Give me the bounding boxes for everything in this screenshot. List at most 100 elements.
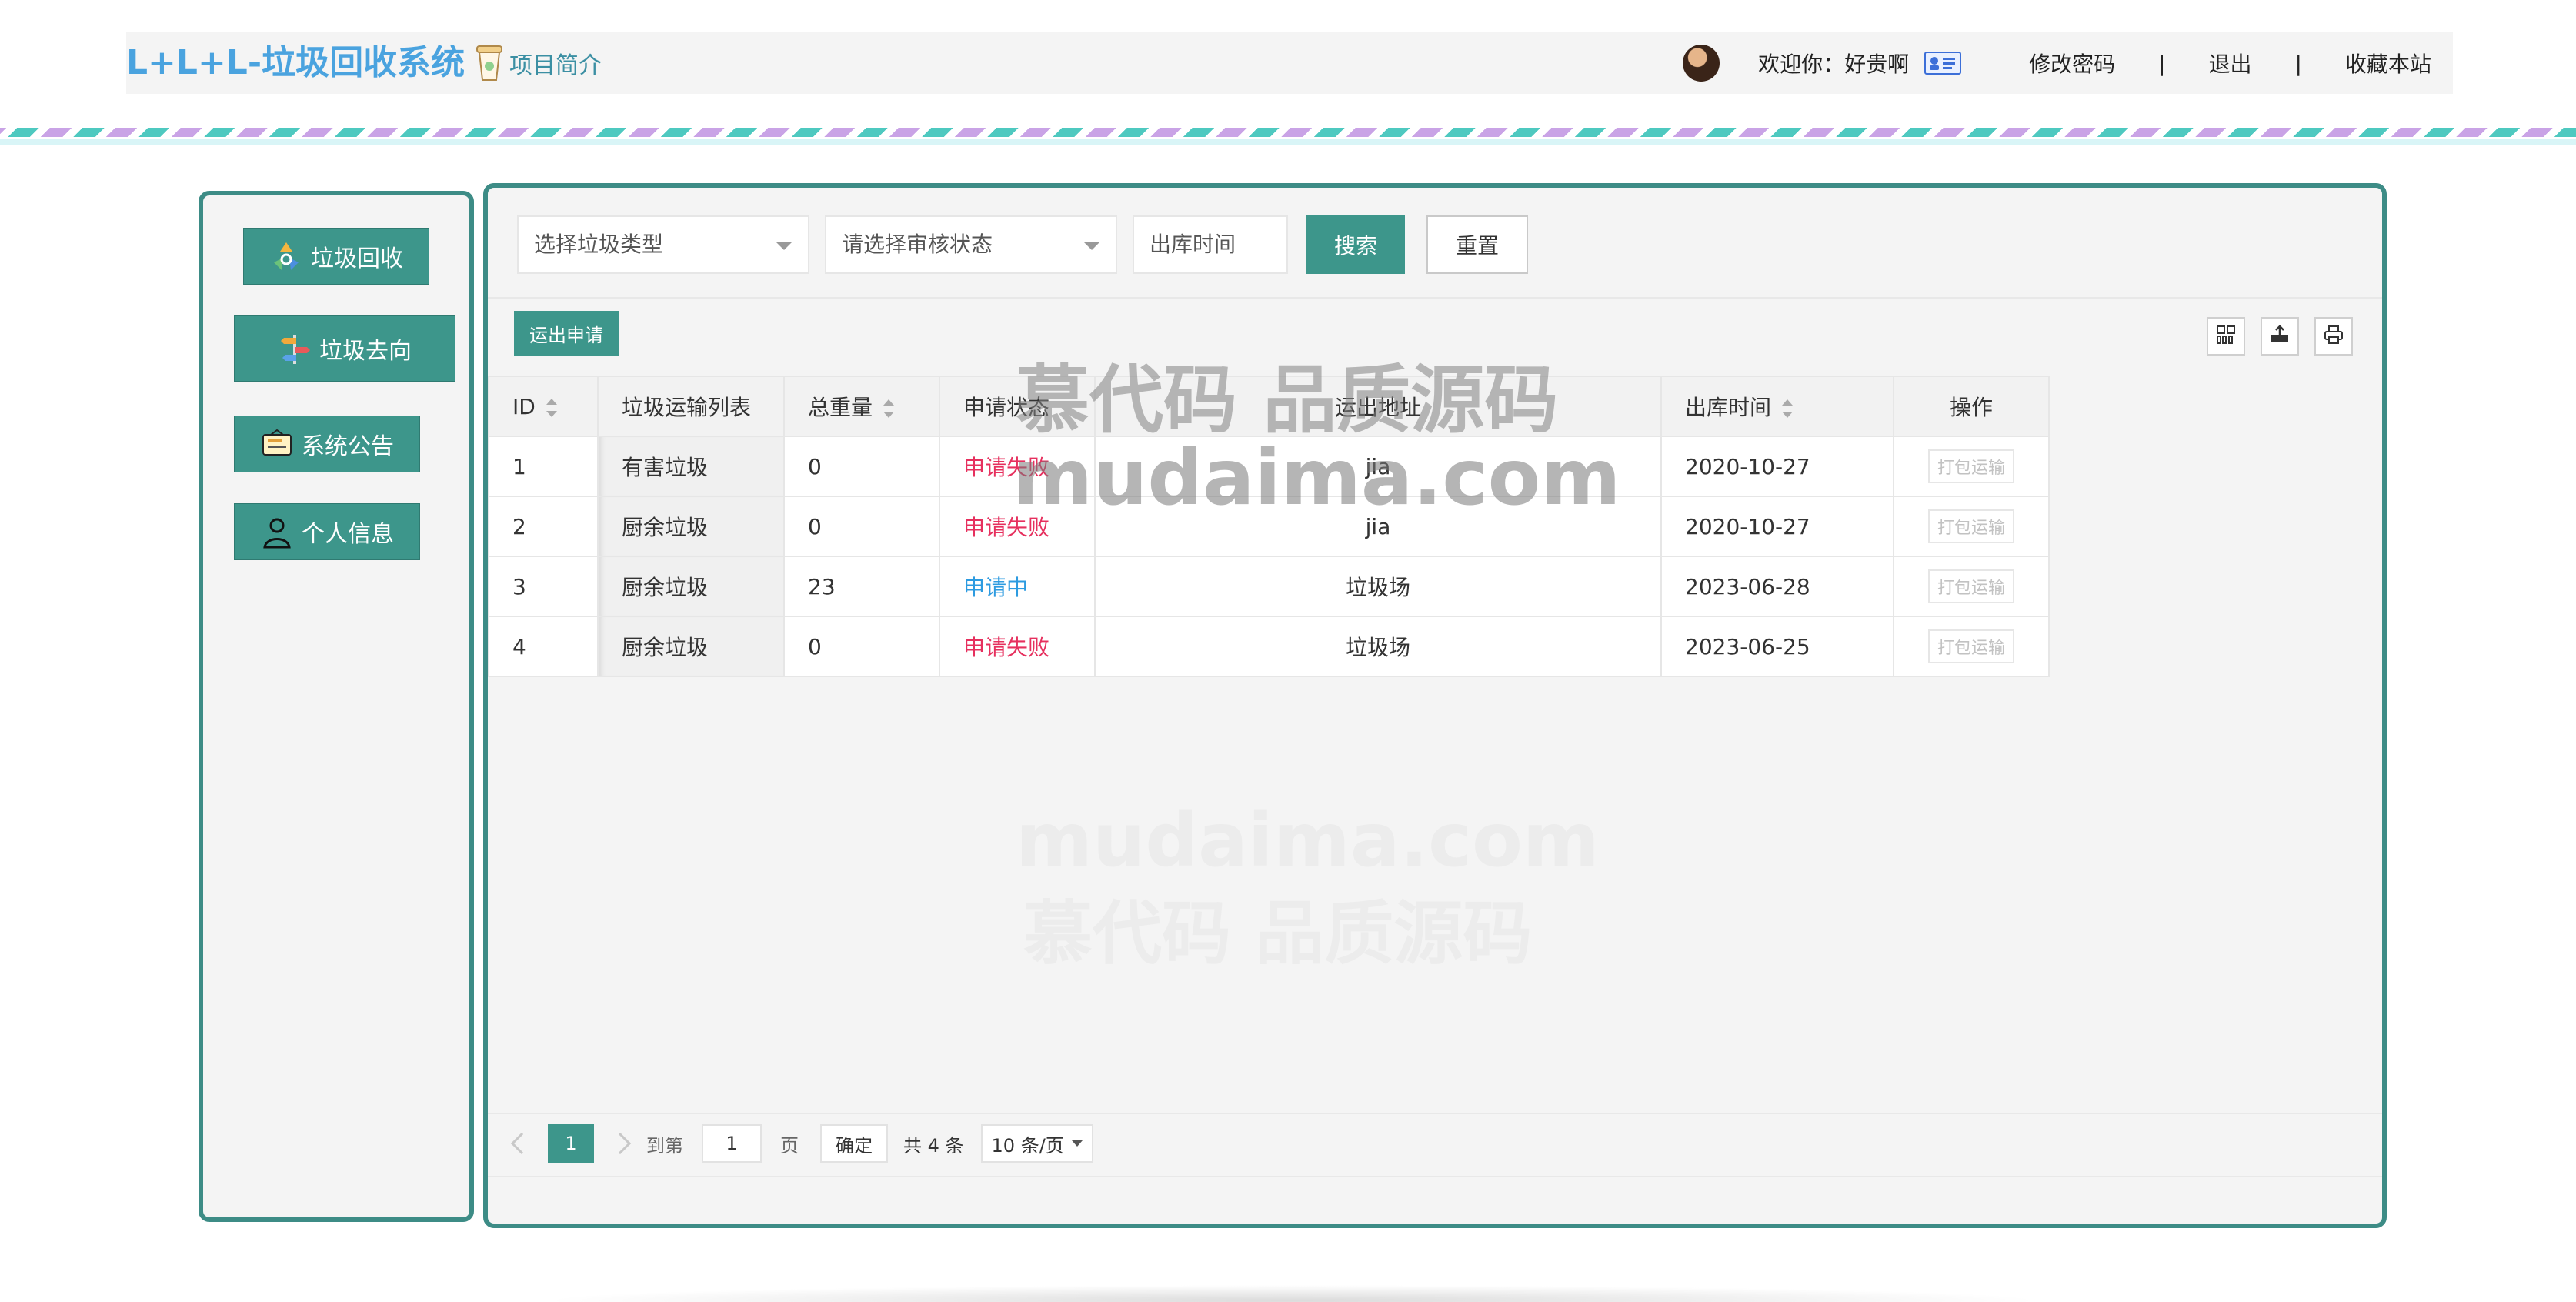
column-header-id[interactable]: ID — [488, 376, 599, 437]
table-row[interactable]: 4 厨余垃圾 0 申请失败 垃圾场 2023-06-25 打包运输 — [488, 616, 2050, 677]
announcement-icon — [260, 427, 294, 461]
print-icon — [2323, 324, 2344, 349]
pack-transport-button[interactable]: 打包运输 — [1927, 449, 2014, 483]
cell-name: 厨余垃圾 — [597, 496, 785, 557]
logout-link[interactable]: 退出 — [2209, 48, 2252, 78]
pack-transport-button[interactable]: 打包运输 — [1927, 629, 2014, 663]
prev-page-icon[interactable] — [510, 1132, 533, 1155]
reset-button[interactable]: 重置 — [1426, 215, 1528, 274]
table-row[interactable]: 2 厨余垃圾 0 申请失败 jia 2020-10-27 打包运输 — [488, 496, 2050, 557]
column-header-list: 垃圾运输列表 — [597, 376, 785, 437]
main-panel: 选择垃圾类型 请选择审核状态 出库时间 搜索 重置 运出申请 ID 垃圾运输列表… — [483, 183, 2387, 1228]
page-confirm-button[interactable]: 确定 — [820, 1124, 888, 1163]
cell-operation: 打包运输 — [1893, 616, 2050, 677]
cell-weight: 23 — [783, 556, 940, 617]
page-unit-label: 页 — [780, 1134, 799, 1157]
cup-icon — [474, 45, 505, 82]
table-row[interactable]: 3 厨余垃圾 23 申请中 垃圾场 2023-06-28 打包运输 — [488, 556, 2050, 617]
cell-id: 4 — [488, 616, 599, 677]
brand-title[interactable]: L+L+L-垃圾回收系统 — [126, 40, 465, 86]
next-page-icon[interactable] — [609, 1132, 632, 1155]
column-header-weight[interactable]: 总重量 — [783, 376, 940, 437]
cell-date: 2023-06-25 — [1660, 616, 1894, 677]
total-count: 共 4 条 — [903, 1134, 964, 1157]
sidebar: 垃圾回收 垃圾去向 系统公告 个人信息 — [199, 191, 474, 1222]
sidebar-item-label: 个人信息 — [302, 521, 394, 548]
column-header-operation: 操作 — [1893, 376, 2050, 437]
top-nav: 欢迎你：好贵啊 修改密码 | 退出 | 收藏本站 — [1683, 32, 2453, 94]
status-badge: 申请失败 — [939, 436, 1096, 497]
cell-operation: 打包运输 — [1893, 496, 2050, 557]
print-button[interactable] — [2314, 317, 2353, 356]
table-header-row: ID 垃圾运输列表 总重量 申请状态 运出地址 出库时间 操作 — [488, 376, 2050, 437]
change-password-link[interactable]: 修改密码 — [2029, 48, 2115, 78]
apply-shipment-button[interactable]: 运出申请 — [514, 311, 619, 356]
cell-id: 2 — [488, 496, 599, 557]
cell-date: 2020-10-27 — [1660, 496, 1894, 557]
recycle-icon — [269, 239, 303, 273]
cell-date: 2020-10-27 — [1660, 436, 1894, 497]
cell-address: 垃圾场 — [1094, 616, 1662, 677]
cell-address: jia — [1094, 436, 1662, 497]
cell-name: 有害垃圾 — [597, 436, 785, 497]
page-size-select[interactable]: 10 条/页 — [980, 1124, 1093, 1163]
status-badge: 申请失败 — [939, 496, 1096, 557]
sidebar-item-profile[interactable]: 个人信息 — [234, 503, 420, 560]
cell-date: 2023-06-28 — [1660, 556, 1894, 617]
cell-address: jia — [1094, 496, 1662, 557]
column-header-date[interactable]: 出库时间 — [1660, 376, 1894, 437]
bookmark-site-link[interactable]: 收藏本站 — [2345, 48, 2431, 78]
export-button[interactable] — [2261, 317, 2299, 356]
airmail-stripe-divider — [0, 128, 2576, 137]
date-input[interactable]: 出库时间 — [1133, 215, 1288, 274]
chevron-down-icon — [1083, 242, 1100, 250]
status-badge: 申请中 — [939, 556, 1096, 617]
sidebar-item-label: 系统公告 — [302, 433, 394, 460]
sidebar-item-announcement[interactable]: 系统公告 — [234, 416, 420, 472]
sort-icon[interactable] — [883, 399, 895, 418]
column-header-status: 申请状态 — [939, 376, 1096, 437]
sidebar-item-recycle[interactable]: 垃圾回收 — [243, 228, 429, 285]
columns-filter-button[interactable] — [2207, 317, 2245, 356]
date-placeholder: 出库时间 — [1150, 232, 1236, 257]
cell-id: 1 — [488, 436, 599, 497]
nav-separator: | — [2158, 50, 2166, 76]
waste-type-placeholder: 选择垃圾类型 — [534, 232, 664, 257]
project-intro-link[interactable]: 项目简介 — [474, 43, 602, 83]
user-icon — [260, 515, 294, 549]
columns-icon — [2215, 324, 2237, 349]
pack-transport-button[interactable]: 打包运输 — [1927, 569, 2014, 603]
project-intro-label: 项目简介 — [509, 52, 602, 79]
page-number-input[interactable]: 1 — [702, 1124, 762, 1163]
cell-weight: 0 — [783, 436, 940, 497]
chevron-down-icon — [1071, 1140, 1083, 1147]
column-header-address: 运出地址 — [1094, 376, 1662, 437]
sidebar-item-destination[interactable]: 垃圾去向 — [234, 315, 455, 382]
cell-address: 垃圾场 — [1094, 556, 1662, 617]
page-size-value: 10 条/页 — [991, 1134, 1064, 1157]
cell-operation: 打包运输 — [1893, 556, 2050, 617]
waste-type-select[interactable]: 选择垃圾类型 — [517, 215, 809, 274]
review-status-select[interactable]: 请选择审核状态 — [825, 215, 1117, 274]
filter-divider — [488, 297, 2382, 299]
avatar[interactable] — [1683, 45, 1720, 82]
top-header: L+L+L-垃圾回收系统 项目简介 欢迎你：好贵啊 修改密码 | 退出 | 收藏… — [126, 32, 2453, 94]
pack-transport-button[interactable]: 打包运输 — [1927, 509, 2014, 543]
cell-operation: 打包运输 — [1893, 436, 2050, 497]
welcome-text: 欢迎你：好贵啊 — [1758, 52, 1910, 77]
signpost-icon — [278, 332, 312, 366]
chevron-down-icon — [776, 242, 792, 250]
table-row[interactable]: 1 有害垃圾 0 申请失败 jia 2020-10-27 打包运输 — [488, 436, 2050, 497]
page-current[interactable]: 1 — [548, 1124, 594, 1163]
nav-separator: | — [2294, 50, 2302, 76]
id-card-icon[interactable] — [1924, 52, 1962, 75]
status-badge: 申请失败 — [939, 616, 1096, 677]
search-button[interactable]: 搜索 — [1306, 215, 1405, 274]
sort-icon[interactable] — [546, 398, 557, 417]
cell-id: 3 — [488, 556, 599, 617]
cell-weight: 0 — [783, 616, 940, 677]
cell-name: 厨余垃圾 — [597, 616, 785, 677]
shipment-table: ID 垃圾运输列表 总重量 申请状态 运出地址 出库时间 操作 1 有害垃圾 0… — [488, 376, 2050, 677]
sort-icon[interactable] — [1782, 399, 1794, 418]
pager-divider-top — [488, 1113, 2382, 1114]
